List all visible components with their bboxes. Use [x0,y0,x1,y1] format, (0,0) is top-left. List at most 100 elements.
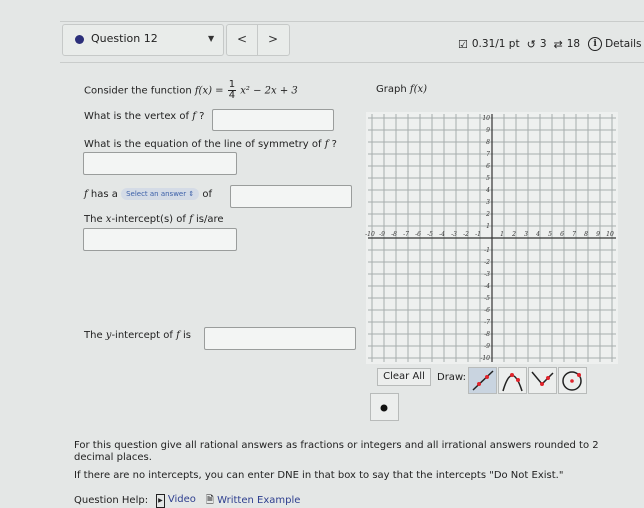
caret-down-icon: ▼ [208,34,215,43]
x-tick-label: 3 [524,231,528,238]
x-tick-label: -3 [451,231,457,238]
vertex-input[interactable] [212,109,334,131]
repeat-icon: ⇄ [553,37,563,51]
y-tick-label: -5 [484,295,490,302]
document-icon: 🗎 [205,495,214,506]
y-tick-label: -9 [484,343,490,350]
graph-title-function: f(x) [409,84,428,95]
graph-title-text: Graph [376,84,407,95]
header-divider [60,21,644,22]
x-tick-label: -6 [415,231,421,238]
function-lhs: f(x) = [194,85,224,97]
select-placeholder: Select an answer [126,190,187,198]
fraction-denominator: 4 [228,90,236,101]
clear-all-button[interactable]: Clear All [377,368,431,386]
absolute-value-tool-icon [531,371,554,386]
x-intercept-prompt: The x-intercept(s) of f is/are [84,214,224,225]
extremum-prompt: f has a Select an answer ⇕ of [84,188,212,200]
written-example-link[interactable]: 🗎 Written Example [206,495,300,507]
extremum-select[interactable]: Select an answer ⇕ [121,188,200,200]
x-tick-label: 4 [535,231,540,238]
y-tick-label: -1 [484,247,490,254]
next-question-button[interactable]: > [258,25,288,55]
y-tick-label: -3 [484,271,490,278]
question-select[interactable]: Question 12 ▼ [62,24,224,56]
the-text: The [84,214,103,225]
x-tick-label: 7 [572,231,576,238]
draw-label: Draw: [437,372,466,383]
details-label: Details [605,38,642,50]
y-intercept-text: -intercept of [111,330,173,341]
x-tick-label: -1 [475,231,481,238]
x-intercepts-input[interactable] [83,228,237,251]
vertex-prompt: What is the vertex of f ? [84,111,204,122]
retries-count: 3 [539,38,547,50]
y-tick-label: 7 [486,151,490,158]
attempts-count: 18 [566,38,581,50]
prev-question-button[interactable]: < [227,25,258,55]
video-label: Video [167,494,196,505]
graph-canvas[interactable]: -10 -9 -8 -7 -6 -5 -4 -3 -2 -1 1 2 3 4 5 6 7 8 9 10-10-9-8-… [360,110,620,366]
is-text: is [182,330,191,341]
intro-text: Consider the function [84,85,192,97]
y-tick-label: 6 [486,163,490,170]
f-symbol: f [189,214,193,225]
point-tool-icon [380,404,388,412]
has-a-text: has a [90,189,118,200]
absolute-value-tool-button[interactable] [528,367,557,394]
parabola-tool-button[interactable] [498,367,527,394]
x-tick-label: 10 [606,231,614,238]
y-tick-label: -10 [480,355,490,362]
help-label: Question Help: [74,495,149,506]
y-tick-label: 1 [486,223,490,230]
score: 0.31/1 pt [471,38,520,50]
question-mark: ? [331,139,337,150]
info-icon: i [588,37,603,51]
video-icon: ▶ [156,494,165,508]
fraction: 14 [227,80,237,101]
parabola-tool-icon [502,373,523,392]
circle-tool-button[interactable] [558,367,587,394]
y-intercept-prompt: The y-intercept of f is [84,330,191,341]
video-link[interactable]: ▶ Video [156,494,196,508]
y-tick-label: 8 [486,139,490,146]
x-tick-label: -10 [365,231,375,238]
y-tick-label: 4 [485,187,490,194]
is-are-text: is/are [195,214,224,225]
vertex-prompt-text: What is the vertex of [84,111,190,122]
question-status: ☑ 0.31/1 pt ↺ 3 ⇄ 18 i Details [458,37,642,51]
point-tool-button[interactable] [370,393,399,421]
undo-icon: ↺ [526,37,536,51]
symmetry-input[interactable] [83,152,237,175]
symmetry-prompt: What is the equation of the line of symm… [84,139,337,150]
x-tick-label: 2 [511,231,516,238]
x-tick-label: -5 [427,231,433,238]
y-tick-label: -7 [484,319,490,326]
line-tool-icon [472,370,494,391]
instructions-note: For this question give all rational answ… [74,440,599,463]
question-help: Question Help: ▶ Video 🗎 Written Example [74,494,300,508]
x-tick-label: 8 [584,231,588,238]
status-dot-icon [75,35,84,44]
y-intercept-input[interactable] [204,327,356,350]
question-nav: < > [226,24,290,56]
graph-title: Graph f(x) [376,84,427,95]
f-symbol: f [84,189,88,200]
x-intercept-text: -intercept(s) of [111,214,186,225]
f-symbol: f [192,111,196,122]
details-link[interactable]: i Details [588,37,642,51]
y-tick-label: 9 [486,127,490,134]
x-tick-label: 9 [596,231,600,238]
y-tick-label: 5 [486,175,490,182]
of-text: of [202,189,213,200]
line-tool-button[interactable] [468,367,497,394]
function-statement: Consider the function f(x) = 14 x² − 2x … [84,80,298,101]
x-tick-label: -8 [391,231,397,238]
x-tick-label: -4 [439,231,445,238]
y-tick-label: -6 [484,307,490,314]
y-tick-label: 2 [485,211,490,218]
y-tick-label: -2 [484,259,490,266]
x-tick-label: 5 [548,231,552,238]
extremum-value-input[interactable] [230,185,352,208]
x-tick-label: -2 [463,231,469,238]
